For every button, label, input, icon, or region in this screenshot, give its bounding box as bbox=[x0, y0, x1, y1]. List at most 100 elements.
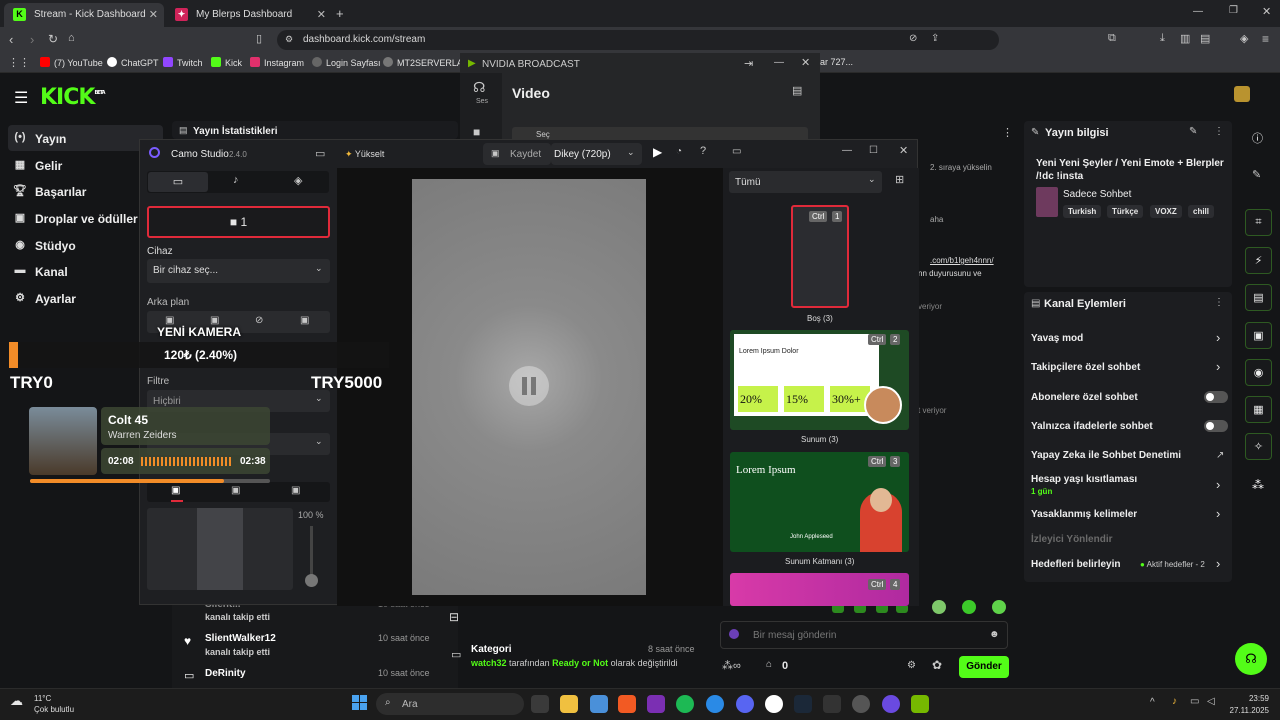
close-tab-icon[interactable]: ✕ bbox=[149, 8, 158, 21]
reload-icon[interactable]: ↻ bbox=[48, 32, 58, 46]
steam-icon[interactable] bbox=[794, 695, 812, 713]
bookmark-mt2serverlar[interactable]: MT2SERVERLAR bbox=[383, 57, 469, 68]
wallet-icon[interactable]: ▤ bbox=[1200, 32, 1210, 45]
start-button[interactable] bbox=[352, 695, 368, 711]
scene-thumbnail[interactable]: Ctrl 4 bbox=[730, 573, 909, 606]
preview-canvas[interactable] bbox=[412, 179, 646, 595]
resolution-select[interactable]: Dikey (720p) ⌄ bbox=[551, 143, 642, 165]
bookmark-youtube[interactable]: (7) YouTube bbox=[40, 57, 103, 68]
task-view-icon[interactable] bbox=[531, 695, 549, 713]
chevron-right-icon[interactable]: › bbox=[1216, 359, 1220, 374]
broadcast-signal-icon[interactable]: ◉ bbox=[1245, 359, 1272, 386]
chat-input[interactable]: Bir mesaj gönderin ☻ bbox=[720, 621, 1008, 649]
notification-bell-icon[interactable]: ◔ bbox=[676, 146, 682, 157]
close-window-icon[interactable]: ✕ bbox=[1262, 5, 1271, 18]
extensions-icon[interactable]: ⧉ bbox=[1108, 32, 1116, 45]
layers-tab-icon[interactable]: ◈ bbox=[294, 174, 302, 187]
tab-blerps[interactable]: ✦ My Blerps Dashboard ✕ bbox=[166, 3, 332, 27]
help-support-button[interactable]: ☊ bbox=[1235, 643, 1267, 675]
obs-icon[interactable] bbox=[852, 695, 870, 713]
bookmark-instagram[interactable]: Instagram bbox=[250, 57, 304, 68]
info-more-icon[interactable]: ⋮ bbox=[1214, 126, 1224, 137]
panel-toggle-icon[interactable]: ▭ bbox=[732, 146, 741, 157]
volume-icon[interactable]: ◁ bbox=[1207, 696, 1215, 707]
category-name[interactable]: Sadece Sohbet bbox=[1063, 189, 1131, 200]
app-icon[interactable] bbox=[765, 695, 783, 713]
bookmark-more[interactable]: lar 727... bbox=[818, 57, 853, 67]
brave-icon[interactable] bbox=[618, 695, 636, 713]
nvidia-close-icon[interactable]: ✕ bbox=[801, 56, 810, 69]
app-icon[interactable] bbox=[590, 695, 608, 713]
send-button[interactable]: Gönder bbox=[959, 656, 1009, 678]
nvidia-select[interactable]: Seç bbox=[512, 127, 808, 139]
tray-expand-icon[interactable]: ^ bbox=[1150, 697, 1155, 708]
spotify-icon[interactable] bbox=[676, 695, 694, 713]
bookmark-twitch[interactable]: Twitch bbox=[163, 57, 203, 68]
subscribers-only-toggle[interactable] bbox=[1204, 391, 1228, 403]
framing-preview[interactable] bbox=[147, 508, 293, 590]
action-ai-moderation[interactable]: Yapay Zeka ile Sohbet Denetimi bbox=[1031, 450, 1181, 461]
emotes-only-toggle[interactable] bbox=[1204, 420, 1228, 432]
video-tab-icon[interactable]: ▭ bbox=[148, 172, 208, 192]
scene-thumbnail[interactable]: Lorem Ipsum John Appleseed Ctrl 3 bbox=[730, 452, 909, 552]
scene-thumbnail[interactable]: Ctrl 1 bbox=[791, 205, 849, 308]
bookmark-icon[interactable]: ▯ bbox=[256, 32, 262, 45]
device-select[interactable]: Bir cihaz seç... ⌄ bbox=[147, 259, 330, 283]
camo-minimize-icon[interactable]: — bbox=[842, 145, 852, 156]
bookmark-login[interactable]: Login Sayfası bbox=[312, 57, 381, 68]
info-icon[interactable]: ⓘ bbox=[1252, 130, 1263, 146]
chevron-right-icon[interactable]: › bbox=[1216, 330, 1220, 345]
zoom-slider[interactable] bbox=[305, 526, 318, 587]
camo-maximize-icon[interactable]: ☐ bbox=[869, 145, 878, 156]
bookmark-kick[interactable]: Kick bbox=[211, 57, 242, 68]
mute-icon[interactable]: ⊘ bbox=[909, 33, 917, 44]
qr-icon[interactable]: ⌗ bbox=[1245, 209, 1272, 236]
framing-center-icon[interactable]: ▣ bbox=[291, 485, 300, 496]
action-goals[interactable]: Hedefleri belirleyin bbox=[1031, 559, 1120, 570]
chevron-right-icon[interactable]: › bbox=[1216, 506, 1220, 521]
chevron-right-icon[interactable]: › bbox=[1216, 477, 1220, 492]
chat-bubble-icon[interactable]: ▣ bbox=[1245, 322, 1272, 349]
file-explorer-icon[interactable] bbox=[560, 695, 578, 713]
external-link-icon[interactable]: ↗ bbox=[1216, 450, 1224, 461]
menu-icon[interactable]: ≡ bbox=[1262, 32, 1269, 46]
apps-icon[interactable]: ⋮⋮ bbox=[8, 56, 30, 69]
sidebar-toggle-icon[interactable]: ▭ bbox=[315, 147, 325, 160]
store-icon[interactable]: ⌂ bbox=[766, 659, 772, 670]
camo-taskbar-icon[interactable] bbox=[882, 695, 900, 713]
help-icon[interactable]: ? bbox=[700, 145, 706, 157]
nvidia-taskbar-icon[interactable] bbox=[911, 695, 929, 713]
camo-close-icon[interactable]: ✕ bbox=[899, 144, 908, 157]
points-icon[interactable]: ⁂∞ bbox=[722, 659, 741, 672]
action-account-age[interactable]: Hesap yaşı kısıtlaması bbox=[1031, 474, 1137, 485]
play-icon[interactable]: ▶ bbox=[653, 145, 662, 159]
chat-more-icon[interactable]: ⋮ bbox=[1002, 126, 1013, 139]
discord-icon[interactable] bbox=[736, 695, 754, 713]
framing-auto-icon[interactable]: ▣ bbox=[171, 485, 180, 496]
share-icon[interactable]: ⇪ bbox=[931, 33, 939, 44]
back-icon[interactable]: ‹ bbox=[9, 32, 13, 47]
downloads-icon[interactable]: ⤓ bbox=[1160, 32, 1165, 45]
kick-logo[interactable]: KICKBETA bbox=[40, 85, 106, 110]
pause-button[interactable] bbox=[509, 366, 549, 406]
weather-icon[interactable]: ☁ bbox=[10, 693, 23, 709]
wrench-icon[interactable]: ✧ bbox=[1245, 433, 1272, 460]
library-filter-select[interactable]: Tümü ⌄ bbox=[729, 171, 882, 193]
upgrade-button[interactable]: ✦ Yükselt bbox=[345, 149, 384, 160]
site-settings-icon[interactable]: ⚙ bbox=[285, 34, 293, 45]
tab-stream[interactable]: K Stream - Kick Dashboard ✕ bbox=[4, 3, 164, 27]
nvidia-minimize-icon[interactable]: — bbox=[774, 57, 784, 68]
action-followers-only[interactable]: Takipçilere özel sohbet bbox=[1031, 362, 1140, 373]
edit-info-icon[interactable]: ✎ bbox=[1189, 126, 1197, 137]
taskbar-search[interactable]: ⌕ Ara bbox=[376, 693, 524, 715]
action-slow-mode[interactable]: Yavaş mod bbox=[1031, 333, 1083, 344]
sidebar-icon[interactable]: ▥ bbox=[1180, 32, 1190, 45]
edit-icon[interactable]: ✎ bbox=[1252, 168, 1261, 181]
emoji-icon[interactable]: ☻ bbox=[989, 629, 1000, 640]
layout-icon[interactable]: ▦ bbox=[1245, 396, 1272, 423]
more-dots-icon[interactable]: ⁂ bbox=[1252, 478, 1264, 492]
feedback-icon[interactable]: ▤ bbox=[792, 84, 802, 97]
chat-link[interactable]: .com/b1lgeh4nnn/ bbox=[930, 256, 994, 265]
camera-scene-button[interactable]: ■ 1 bbox=[147, 206, 330, 238]
chat-settings-icon[interactable]: ⚙ bbox=[907, 660, 916, 671]
